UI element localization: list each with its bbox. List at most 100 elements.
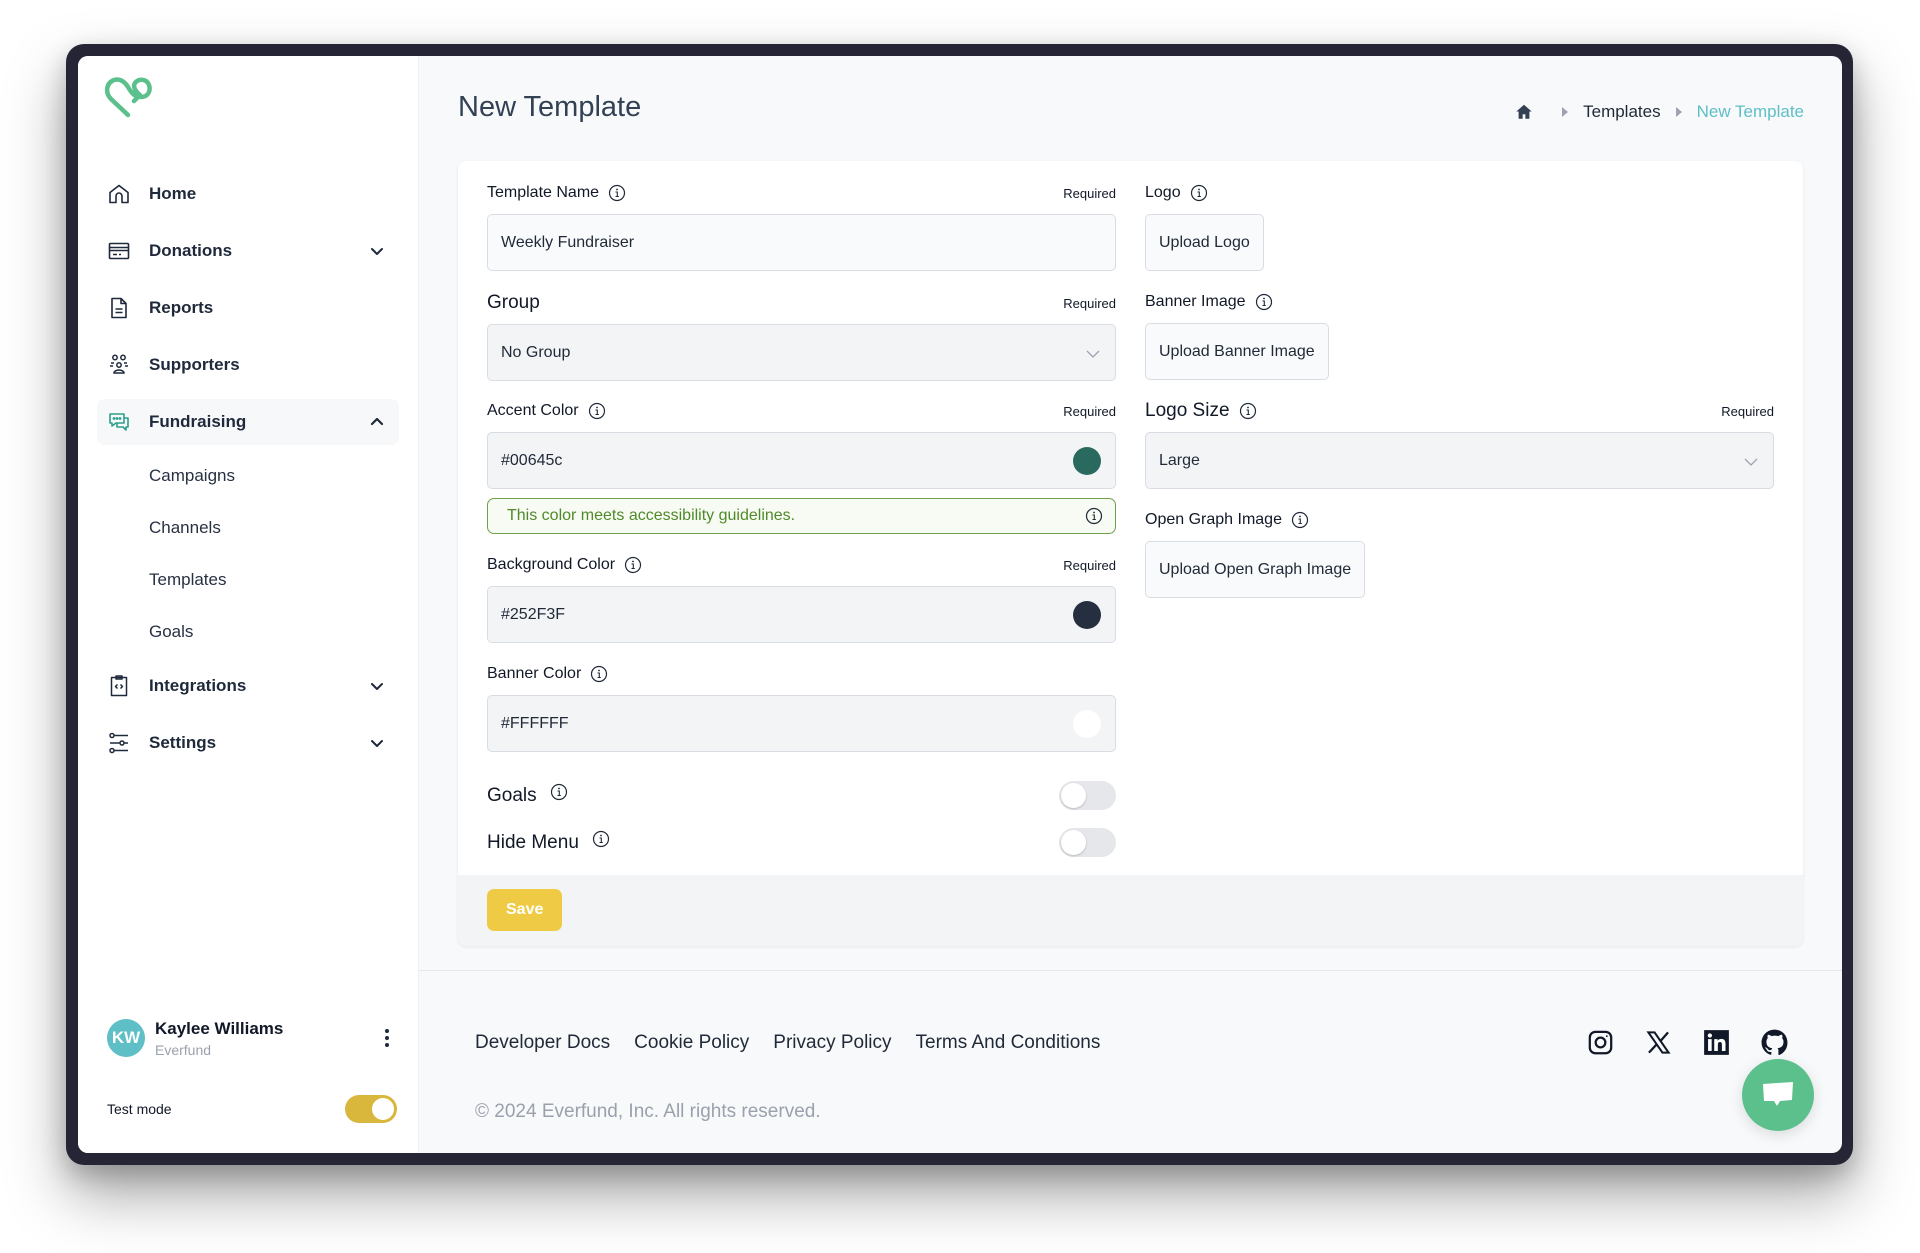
banner-color-input[interactable]: #FFFFFF (487, 695, 1116, 752)
upload-open-graph-button[interactable]: Upload Open Graph Image (1145, 541, 1366, 598)
info-icon[interactable] (624, 556, 642, 574)
test-mode-toggle[interactable] (345, 1095, 397, 1123)
clipboard-code-icon (106, 673, 132, 699)
group-select[interactable]: No Group (487, 324, 1116, 381)
save-button[interactable]: Save (487, 889, 563, 931)
footer-link-developer-docs[interactable]: Developer Docs (475, 1032, 610, 1054)
required-label: Required (1063, 185, 1116, 201)
instagram-icon[interactable] (1587, 1029, 1614, 1056)
goals-toggle[interactable] (1059, 780, 1116, 810)
accent-color-swatch[interactable] (1073, 447, 1101, 475)
github-icon[interactable] (1761, 1029, 1788, 1056)
banner-color-swatch[interactable] (1073, 710, 1101, 738)
background-color-input[interactable]: #252F3F (487, 586, 1116, 643)
sidebar-item-label: Home (149, 184, 197, 203)
chat-button[interactable] (1742, 1059, 1814, 1131)
upload-logo-button[interactable]: Upload Logo (1145, 214, 1264, 271)
footer-link-privacy-policy[interactable]: Privacy Policy (773, 1032, 891, 1054)
info-icon[interactable] (1190, 184, 1208, 202)
hide-menu-toggle[interactable] (1059, 827, 1116, 857)
info-icon[interactable] (1255, 293, 1273, 311)
breadcrumb: Templates New Template (1515, 102, 1804, 122)
chevron-down-icon[interactable] (367, 733, 387, 753)
info-icon[interactable] (550, 783, 568, 801)
template-name-value: Weekly Fundraiser (501, 233, 635, 251)
document-icon (106, 295, 132, 321)
banner-color-label: Banner Color (487, 665, 582, 682)
main-content: New Template Templates New Template Temp… (419, 56, 1842, 1153)
required-label: Required (1063, 295, 1116, 311)
chevron-up-icon[interactable] (367, 412, 387, 432)
banner-image-field: Banner Image Upload Banner Image (1145, 290, 1774, 380)
footer-link-cookie-policy[interactable]: Cookie Policy (634, 1032, 749, 1054)
sidebar-item-donations[interactable]: Donations (97, 228, 399, 274)
background-color-swatch[interactable] (1073, 601, 1101, 629)
template-form: Template Name Required Weekly Fundraiser… (458, 161, 1803, 946)
sidebar-item-label: Supporters (149, 355, 240, 374)
logo-label: Logo (1145, 184, 1181, 201)
goals-label: Goals (487, 785, 537, 806)
everfund-logo[interactable] (104, 73, 154, 119)
info-icon[interactable] (592, 830, 610, 848)
chevron-down-icon (1086, 350, 1100, 358)
sidebar-subitem-campaigns[interactable]: Campaigns (97, 450, 399, 502)
info-icon[interactable] (1239, 402, 1257, 420)
logo-size-field: Logo Size Required Large (1145, 399, 1774, 489)
footer-divider (419, 970, 1842, 971)
form-actions: Save (458, 875, 1803, 946)
open-graph-field: Open Graph Image Upload Open Graph Image (1145, 508, 1774, 598)
test-mode-label: Test mode (107, 1101, 172, 1117)
accent-color-label: Accent Color (487, 402, 579, 419)
hide-menu-row: Hide Menu (487, 827, 1116, 857)
more-options-icon[interactable] (377, 1023, 397, 1053)
sidebar-item-label: Fundraising (149, 412, 247, 431)
sidebar-item-settings[interactable]: Settings (97, 720, 399, 766)
sidebar-item-fundraising[interactable]: Fundraising (97, 399, 399, 445)
open-graph-label: Open Graph Image (1145, 511, 1282, 528)
linkedin-icon[interactable] (1703, 1029, 1730, 1056)
x-icon[interactable] (1645, 1029, 1672, 1056)
banner-color-field: Banner Color #FFFFFF (487, 662, 1116, 752)
footer-link-terms[interactable]: Terms And Conditions (916, 1032, 1101, 1054)
logo-size-select[interactable]: Large (1145, 432, 1774, 489)
copyright: © 2024 Everfund, Inc. All rights reserve… (475, 1101, 821, 1122)
banner-image-label: Banner Image (1145, 293, 1246, 310)
home-icon[interactable] (1515, 103, 1533, 121)
sidebar-subitem-templates[interactable]: Templates (97, 554, 399, 606)
info-icon[interactable] (1291, 511, 1309, 529)
sidebar-item-reports[interactable]: Reports (97, 285, 399, 331)
chat-icon (1763, 1082, 1793, 1106)
info-icon[interactable] (590, 665, 608, 683)
required-label: Required (1063, 403, 1116, 419)
sidebar-item-integrations[interactable]: Integrations (97, 663, 399, 709)
sidebar-subitem-goals[interactable]: Goals (97, 606, 399, 658)
info-icon[interactable] (588, 402, 606, 420)
chevron-down-icon[interactable] (367, 241, 387, 261)
sidebar-subitem-channels[interactable]: Channels (97, 502, 399, 554)
chevron-right-icon (1562, 107, 1569, 117)
logo-size-value: Large (1159, 451, 1200, 469)
info-icon[interactable] (608, 184, 626, 202)
group-value: No Group (501, 343, 571, 361)
accessibility-alert: This color meets accessibility guideline… (487, 498, 1116, 534)
test-mode-row: Test mode (107, 1094, 397, 1124)
app-window: Home Donations Reports Supporters Fundra… (78, 56, 1842, 1153)
chevron-down-icon[interactable] (367, 676, 387, 696)
template-name-input[interactable]: Weekly Fundraiser (487, 214, 1116, 271)
upload-banner-image-button[interactable]: Upload Banner Image (1145, 323, 1329, 380)
info-icon[interactable] (1085, 507, 1103, 525)
accent-color-input[interactable]: #00645c (487, 432, 1116, 489)
required-label: Required (1063, 557, 1116, 573)
sidebar-item-home[interactable]: Home (97, 171, 399, 217)
sidebar-item-label: Settings (149, 733, 217, 752)
social-links (1587, 1029, 1788, 1056)
template-name-label: Template Name (487, 184, 600, 201)
credit-card-icon (106, 238, 132, 264)
fundraising-submenu: Campaigns Channels Templates Goals (97, 450, 399, 658)
hide-menu-label: Hide Menu (487, 832, 579, 853)
sidebar-item-supporters[interactable]: Supporters (97, 342, 399, 388)
breadcrumb-current: New Template (1696, 102, 1804, 121)
user-profile[interactable]: KW Kaylee Williams Everfund (107, 1014, 397, 1062)
user-org: Everfund (155, 1041, 212, 1058)
breadcrumb-templates[interactable]: Templates (1583, 102, 1660, 122)
